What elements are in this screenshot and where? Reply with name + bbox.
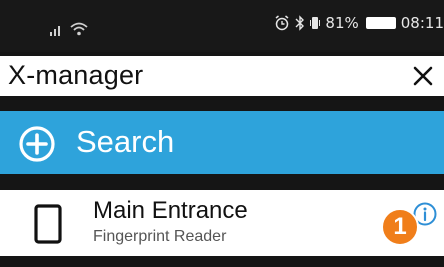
clock: 08:11 (400, 14, 444, 32)
phone-icon (34, 204, 62, 244)
alarm-icon (274, 15, 290, 31)
battery-icon (365, 17, 396, 29)
device-name: Main Entrance (93, 197, 248, 224)
signal-icon (50, 24, 64, 36)
plus-circle-icon (18, 125, 56, 163)
close-button[interactable] (406, 59, 440, 93)
vibrate-icon (310, 15, 321, 31)
status-left (50, 16, 88, 36)
callout-badge: 1 (381, 208, 419, 246)
wifi-icon (70, 22, 88, 36)
search-label: Search (76, 124, 175, 159)
search-button[interactable]: Search (0, 111, 444, 174)
app-title: X-manager (8, 60, 144, 90)
device-type: Fingerprint Reader (93, 228, 227, 245)
status-bar: 81% 08:11 (0, 0, 444, 52)
device-list-item[interactable]: Main Entrance Fingerprint Reader (0, 190, 444, 256)
bluetooth-icon (295, 15, 305, 31)
status-right: 81% 08:11 (274, 14, 444, 32)
battery-percent: 81% (325, 14, 359, 32)
app-header: X-manager (0, 56, 444, 96)
close-icon (413, 66, 433, 86)
